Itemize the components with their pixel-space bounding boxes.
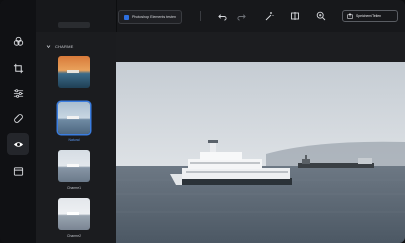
effect-thumb-natural[interactable] (58, 102, 90, 134)
rail-crop-button[interactable] (7, 57, 29, 79)
crop-icon (13, 63, 23, 73)
thumb-label-charme2: Charme2 (67, 234, 81, 238)
effects-panel: CHARME Natural Charme1 Charme2 (36, 0, 117, 243)
app-window: Photoshop Elements testen Speichern/Teil… (0, 0, 405, 243)
section-header[interactable]: CHARME (46, 44, 74, 49)
effect-thumb-charme2[interactable] (58, 198, 90, 230)
photo-preview[interactable] (116, 62, 405, 243)
rail-effects-button[interactable] (7, 133, 29, 155)
compare-button[interactable] (290, 9, 300, 23)
magic-wand-icon (265, 12, 274, 21)
auto-fix-button[interactable] (264, 9, 274, 23)
layers-icon (13, 36, 23, 46)
section-title: CHARME (55, 44, 74, 49)
rail-layers-button[interactable] (7, 30, 29, 52)
frame-icon (13, 166, 23, 176)
tool-rail (0, 0, 36, 243)
save-share-label: Speichern/Teilen (356, 14, 382, 18)
rail-heal-button[interactable] (7, 107, 29, 129)
thumb-label-natural: Natural (68, 138, 80, 142)
effect-thumb-1[interactable] (58, 56, 90, 88)
try-elements-button[interactable]: Photoshop Elements testen (118, 10, 182, 24)
thumb-label-charme1: Charme1 (67, 186, 81, 190)
previous-thumb-edge (58, 22, 90, 28)
undo-button[interactable] (218, 9, 227, 23)
chevron-down-icon (46, 45, 51, 49)
panel-header (36, 0, 116, 32)
eye-icon (13, 141, 23, 147)
undo-icon (218, 13, 227, 21)
ferry-photo (116, 62, 405, 243)
zoom-button[interactable] (316, 9, 326, 23)
heal-icon (13, 113, 23, 123)
try-elements-label: Photoshop Elements testen (132, 15, 176, 19)
compare-icon (291, 12, 299, 20)
thumb-image-3 (58, 150, 90, 182)
redo-button[interactable] (237, 9, 246, 23)
rail-frame-button[interactable] (7, 160, 29, 182)
rail-adjust-button[interactable] (7, 82, 29, 104)
export-icon (347, 13, 353, 19)
thumb-image-1 (58, 56, 90, 88)
effect-thumb-charme1[interactable] (58, 150, 90, 182)
toolbar-divider (200, 11, 201, 21)
photoshop-icon (124, 14, 129, 20)
thumb-image-2 (58, 102, 90, 134)
redo-icon (237, 13, 246, 21)
thumb-image-4 (58, 198, 90, 230)
zoom-icon (316, 11, 326, 21)
save-share-button[interactable]: Speichern/Teilen (342, 10, 398, 22)
adjust-icon (13, 88, 23, 98)
